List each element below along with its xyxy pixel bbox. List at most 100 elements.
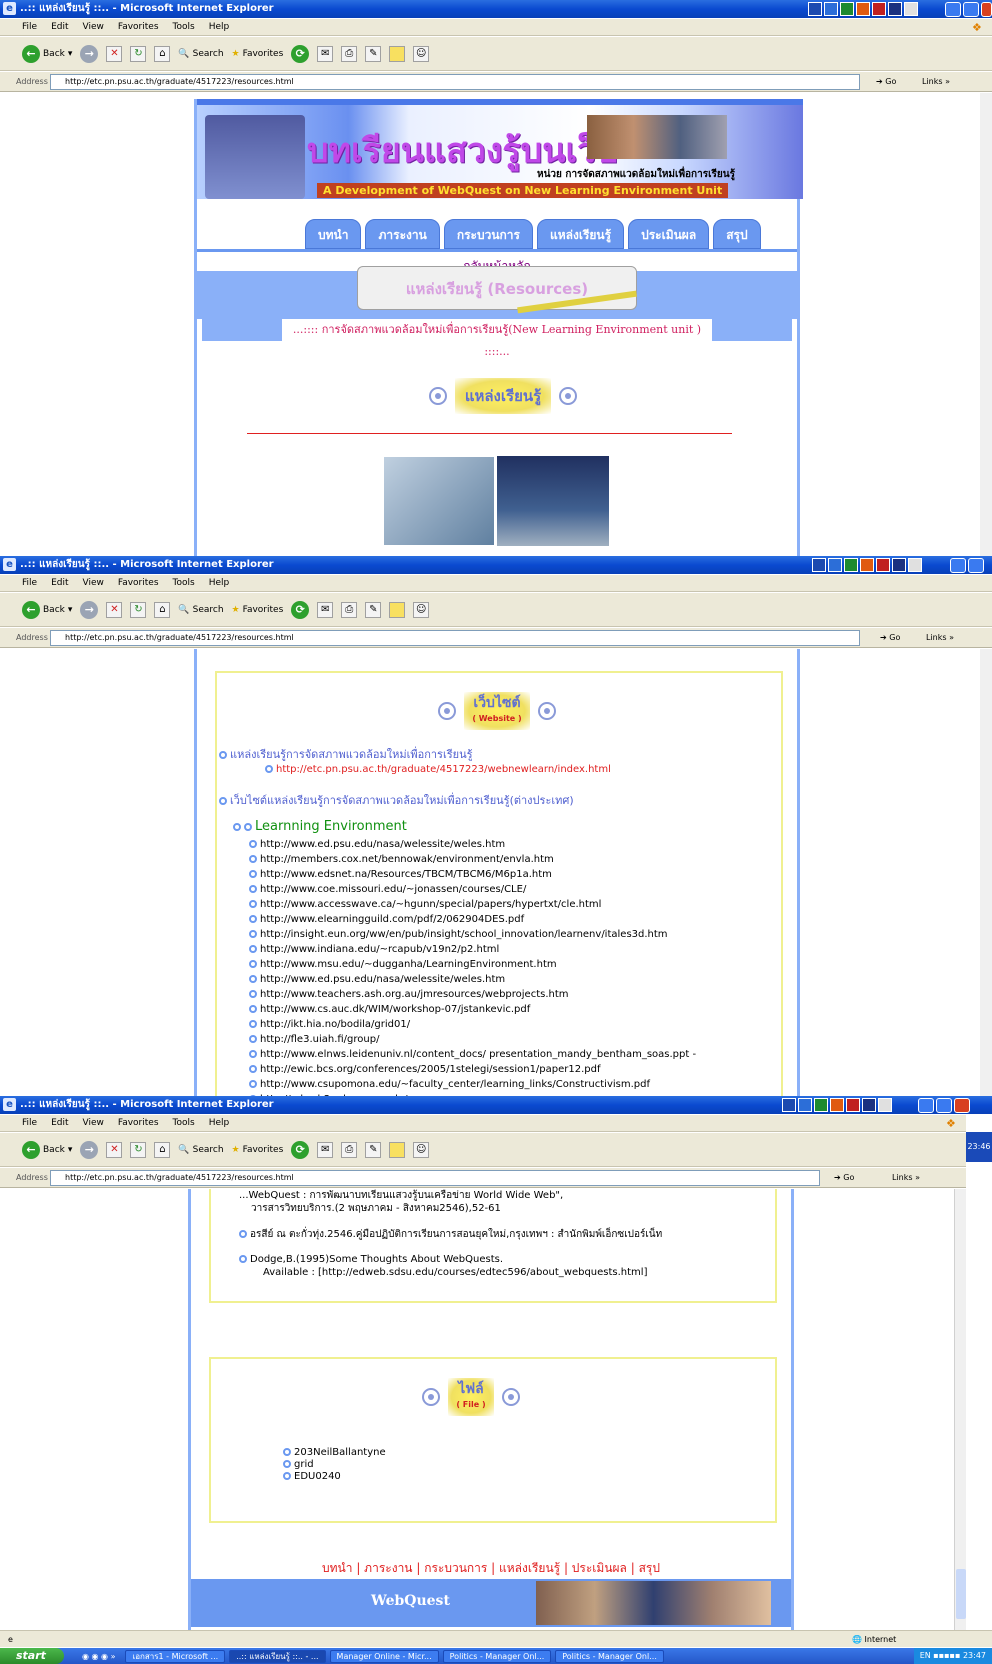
menu-edit[interactable]: Edit (51, 19, 68, 35)
menu-help[interactable]: Help (209, 19, 230, 35)
task-ie-resources[interactable]: ..:: แหล่งเรียนรู้ ::.. - ... (229, 1649, 326, 1663)
maximize-button[interactable] (968, 558, 984, 573)
scrollbar[interactable] (980, 649, 992, 1096)
back-button[interactable]: ← Back ▾ (22, 44, 72, 63)
start-button[interactable]: start (0, 1648, 64, 1664)
menu-tools[interactable]: Tools (173, 575, 195, 591)
favorites-button[interactable]: ★ Favorites (232, 605, 284, 615)
edit-icon[interactable]: ✎ (365, 1141, 382, 1158)
maximize-button[interactable] (963, 2, 979, 17)
close-button[interactable] (954, 1098, 970, 1113)
tab-intro[interactable]: บทนำ (305, 219, 362, 249)
links-button[interactable]: Links » (926, 628, 954, 648)
note-icon[interactable] (389, 1141, 406, 1158)
language-indicator[interactable]: EN (920, 1651, 931, 1660)
edit-icon[interactable]: ✎ (365, 601, 382, 618)
link-item[interactable]: http://www.edsnet.na/Resources/TBCM/TBCM… (197, 867, 797, 882)
refresh-icon[interactable]: ↻ (130, 45, 147, 62)
group1-link[interactable]: http://etc.pn.psu.ac.th/graduate/4517223… (265, 764, 611, 775)
link-item[interactable]: http://fle3.uiah.fi/group/ (197, 1032, 797, 1047)
link-item[interactable]: http://www.teachers.ash.org.au/jmresourc… (197, 987, 797, 1002)
close-button[interactable] (981, 2, 992, 17)
menu-edit[interactable]: Edit (51, 1115, 68, 1131)
mail-icon[interactable]: ✉ (317, 45, 334, 62)
minimize-button[interactable] (945, 2, 961, 17)
footer-link-conclusion[interactable]: สรุป (639, 1561, 660, 1575)
task-politics-2[interactable]: Politics - Manager Onl... (555, 1649, 664, 1663)
stop-icon[interactable]: ✕ (106, 45, 123, 62)
menu-help[interactable]: Help (209, 575, 230, 591)
menu-file[interactable]: File (22, 1115, 37, 1131)
print-icon[interactable]: ⎙ (341, 601, 358, 618)
menu-tools[interactable]: Tools (173, 1115, 195, 1131)
footer-link-intro[interactable]: บทนำ (322, 1561, 352, 1575)
menu-help[interactable]: Help (209, 1115, 230, 1131)
address-input[interactable]: http://etc.pn.psu.ac.th/graduate/4517223… (50, 74, 860, 90)
footer-link-evaluation[interactable]: ประเมินผล (572, 1561, 627, 1575)
menu-favorites[interactable]: Favorites (118, 575, 159, 591)
mail-icon[interactable]: ✉ (317, 1141, 334, 1158)
go-button[interactable]: ➔ Go (876, 72, 896, 92)
tab-evaluation[interactable]: ประเมินผล (628, 219, 710, 249)
go-button[interactable]: ➔ Go (834, 1168, 854, 1188)
tab-task[interactable]: ภาระงาน (365, 219, 440, 249)
history-icon[interactable]: ⟳ (291, 1140, 310, 1159)
link-item[interactable]: http://www.ed.psu.edu/nasa/welessite/wel… (197, 837, 797, 852)
mail-icon[interactable]: ✉ (317, 601, 334, 618)
footer-link-resources[interactable]: แหล่งเรียนรู้ (499, 1561, 560, 1575)
refresh-icon[interactable]: ↻ (130, 601, 147, 618)
menu-edit[interactable]: Edit (51, 575, 68, 591)
link-item[interactable]: http://www.elnws.leidenuniv.nl/content_d… (197, 1047, 797, 1062)
note-icon[interactable] (389, 601, 406, 618)
home-icon[interactable]: ⌂ (154, 601, 171, 618)
scrollbar[interactable] (954, 1189, 966, 1630)
link-item[interactable]: http://www.cs.auc.dk/WIM/workshop-07/jst… (197, 1002, 797, 1017)
tab-conclusion[interactable]: สรุป (713, 219, 761, 249)
task-word[interactable]: เอกสาร1 - Microsoft ... (125, 1649, 226, 1663)
menu-file[interactable]: File (22, 19, 37, 35)
link-item[interactable]: http://insight.eun.org/ww/en/pub/insight… (197, 927, 797, 942)
footer-link-process[interactable]: กระบวนการ (424, 1561, 487, 1575)
menu-tools[interactable]: Tools (173, 19, 195, 35)
refresh-icon[interactable]: ↻ (130, 1141, 147, 1158)
file-item[interactable]: 203NeilBallantyne (283, 1447, 386, 1459)
task-politics-1[interactable]: Politics - Manager Onl... (442, 1649, 552, 1663)
link-item[interactable]: http://ewic.bcs.org/conferences/2005/1st… (197, 1062, 797, 1077)
link-item[interactable]: http://www.ed.psu.edu/nasa/welessite/wel… (197, 972, 797, 987)
note-icon[interactable] (389, 45, 406, 62)
history-icon[interactable]: ⟳ (291, 44, 310, 63)
menu-view[interactable]: View (83, 19, 104, 35)
link-item[interactable]: http://www.msu.edu/~dugganha/LearningEnv… (197, 957, 797, 972)
search-button[interactable]: 🔍 Search (178, 605, 223, 615)
menu-file[interactable]: File (22, 575, 37, 591)
link-item[interactable]: http://www.coe.missouri.edu/~jonassen/co… (197, 882, 797, 897)
favorites-button[interactable]: ★ Favorites (232, 49, 284, 59)
messenger-icon[interactable]: ☺ (413, 1141, 430, 1158)
menu-favorites[interactable]: Favorites (118, 1115, 159, 1131)
menu-view[interactable]: View (83, 1115, 104, 1131)
back-button[interactable]: ← Back ▾ (22, 1140, 72, 1159)
links-button[interactable]: Links » (892, 1168, 920, 1188)
scrollbar[interactable] (980, 93, 992, 556)
address-input[interactable]: http://etc.pn.psu.ac.th/graduate/4517223… (50, 1170, 820, 1186)
favorites-button[interactable]: ★ Favorites (232, 1145, 284, 1155)
link-item[interactable]: http://members.cox.net/bennowak/environm… (197, 852, 797, 867)
home-icon[interactable]: ⌂ (154, 45, 171, 62)
forward-button[interactable]: → (80, 1140, 99, 1159)
menu-favorites[interactable]: Favorites (118, 19, 159, 35)
go-button[interactable]: ➔ Go (880, 628, 900, 648)
home-icon[interactable]: ⌂ (154, 1141, 171, 1158)
tab-process[interactable]: กระบวนการ (443, 219, 533, 249)
link-item[interactable]: http://www.indiana.edu/~rcapub/v19n2/p2.… (197, 942, 797, 957)
footer-link-task[interactable]: ภาระงาน (364, 1561, 412, 1575)
file-item[interactable]: EDU0240 (283, 1471, 386, 1483)
forward-button[interactable]: → (80, 600, 99, 619)
scrollbar-thumb[interactable] (956, 1569, 966, 1619)
messenger-icon[interactable]: ☺ (413, 601, 430, 618)
link-item[interactable]: http://www.csupomona.edu/~faculty_center… (197, 1077, 797, 1092)
back-button[interactable]: ← Back ▾ (22, 600, 72, 619)
minimize-button[interactable] (950, 558, 966, 573)
address-input[interactable]: http://etc.pn.psu.ac.th/graduate/4517223… (50, 630, 860, 646)
links-button[interactable]: Links » (922, 72, 950, 92)
stop-icon[interactable]: ✕ (106, 1141, 123, 1158)
